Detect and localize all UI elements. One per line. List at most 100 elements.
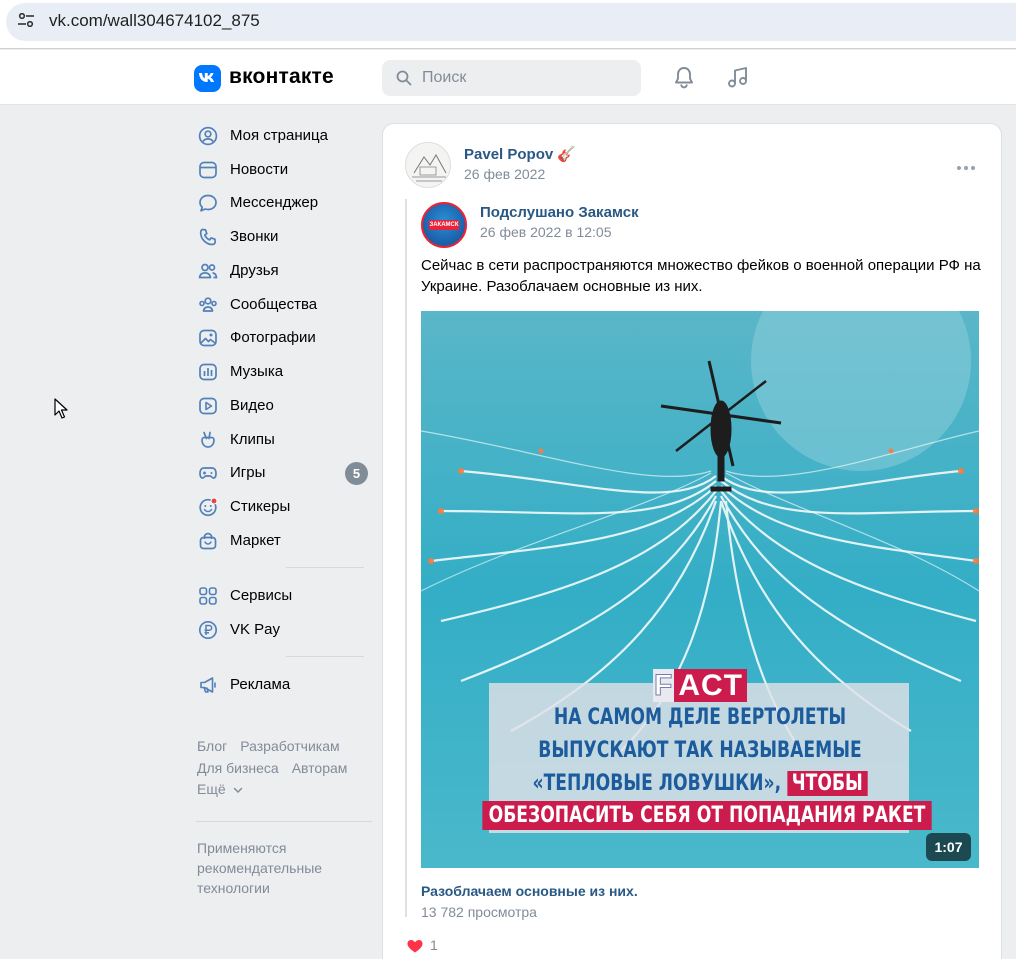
sidebar-item-communities[interactable]: Сообщества [194,289,372,319]
megaphone-icon [200,677,216,693]
message-icon [199,194,217,212]
sidebar-item-news[interactable]: Новости [194,154,372,184]
friends-icon [198,263,218,279]
services-icon [199,587,217,605]
post-author-label: Pavel Popov [464,146,554,163]
games-count-badge: 5 [345,462,368,485]
games-icon [199,467,217,479]
browser-address-bar: vk.com/wall304674102_875 [0,0,1016,49]
sidebar-item-calls[interactable]: Звонки [194,221,372,251]
sidebar-item-label: Видео [230,397,274,414]
footer-link-authors[interactable]: Авторам [292,760,348,776]
market-icon [199,532,217,550]
url-text[interactable]: vk.com/wall304674102_875 [49,11,260,31]
sidebar-item-label: Друзья [230,262,279,279]
sidebar-item-services[interactable]: Сервисы [194,580,372,610]
repost-indicator-line [405,199,407,917]
news-icon [199,161,217,179]
sidebar-item-video[interactable]: Видео [194,390,372,420]
photo-icon [199,329,217,347]
footer-link-business[interactable]: Для бизнеса [197,760,279,776]
sidebar-item-label: Моя страница [230,127,328,144]
sidebar-divider [196,821,372,822]
sidebar-item-photos[interactable]: Фотографии [194,322,372,352]
stickers-icon [199,497,218,517]
footer-link-developers[interactable]: Разработчикам [240,738,339,754]
sidebar-item-clips[interactable]: Клипы [194,424,372,454]
video-duration-badge: 1:07 [926,833,971,861]
search-input[interactable] [422,60,632,96]
video-title-link[interactable]: Разоблачаем основные из них. [421,883,638,899]
video-thumbnail[interactable]: F ACT НА САМОМ ДЕЛЕ ВЕРТОЛЕТЫ ВЫПУСКАЮТ Т… [421,311,979,868]
site-settings-icon[interactable] [18,13,34,27]
sidebar-item-my-page[interactable]: Моя страница [194,120,372,150]
repost-date[interactable]: 26 фев 2022 в 12:05 [480,224,612,240]
sidebar-item-games[interactable]: Игры 5 [194,457,372,487]
like-count: 1 [430,937,438,953]
caption-line-3: «ТЕПЛОВЫЕ ЛОВУШКИ», ЧТОБЫ [482,771,917,796]
mouse-cursor-icon [54,398,68,419]
repost-group-name[interactable]: Подслушано Закамск [480,204,639,221]
search-icon [396,70,412,86]
sidebar-divider [286,567,364,568]
sidebar-item-label: Клипы [230,431,275,448]
fact-f-letter: F [653,669,675,703]
music-icon [199,363,217,381]
author-avatar[interactable] [405,142,451,188]
group-avatar-label: ЗАКАМСК [429,220,459,230]
sidebar-item-label: Музыка [230,363,284,380]
vk-logo-icon[interactable] [194,65,221,92]
sidebar-divider [286,656,364,657]
video-icon [199,397,217,415]
sidebar-item-label: Сообщества [230,296,318,313]
sidebar-item-friends[interactable]: Друзья [194,255,372,285]
fact-act-letters: ACT [674,669,747,702]
sidebar-item-label: Реклама [230,676,291,693]
post-date[interactable]: 26 фев 2022 [464,166,545,182]
sidebar-item-label: Стикеры [230,498,291,515]
sidebar-item-messenger[interactable]: Мессенджер [194,187,372,217]
music-note-icon[interactable] [726,66,750,90]
caption-line-4: ОБЕЗОПАСИТЬ СЕБЯ ОТ ПОПАДАНИЯ РАКЕТ [482,801,932,830]
footer-more-label: Ещё [197,781,226,797]
heart-like-icon[interactable] [405,936,425,956]
sidebar-item-label: Мессенджер [230,194,319,211]
caption-line-4-text: ОБЕЗОПАСИТЬ СЕБЯ ОТ ПОПАДАНИЯ РАКЕТ [482,801,932,830]
sidebar-item-label: Звонки [230,228,279,245]
sidebar-item-label: Новости [230,161,289,178]
sidebar-item-stickers[interactable]: Стикеры [194,491,372,521]
sidebar-item-music[interactable]: Музыка [194,356,372,386]
guitar-emoji-icon: 🎸 [557,146,577,163]
sidebar-item-label: Маркет [230,532,281,549]
footer-links-row: Блог Разработчикам [197,738,353,754]
sidebar-item-vk-pay[interactable]: VK Pay [194,614,372,644]
post-text: Сейчас в сети распространяются множество… [421,257,981,295]
group-avatar[interactable]: ЗАКАМСК [421,202,467,248]
sidebar-item-market[interactable]: Маркет [194,525,372,555]
recommendation-technologies-note[interactable]: Применяются рекомендательные технологии [197,838,367,898]
fact-label: F ACT [653,669,747,703]
chevron-down-icon [233,787,242,793]
footer-link-blog[interactable]: Блог [197,738,227,754]
clips-icon [201,431,215,448]
user-circle-icon [198,126,218,146]
sidebar-item-label: Фотографии [230,329,316,346]
vk-logo-text[interactable]: вконтакте [229,65,334,89]
notifications-bell-icon[interactable] [673,66,695,90]
caption-line-3-text: «ТЕПЛОВЫЕ ЛОВУШКИ», [532,771,782,796]
phone-icon [199,228,217,246]
caption-line-2: ВЫПУСКАЮТ ТАК НАЗЫВАЕМЫЕ [538,738,862,763]
communities-icon [199,297,217,312]
caption-line-1: НА САМОМ ДЕЛЕ ВЕРТОЛЕТЫ [553,705,847,730]
post-author-name[interactable]: Pavel Popov 🎸 [464,145,576,163]
sidebar-item-ads[interactable]: Реклама [194,669,372,699]
video-views-count: 13 782 просмотра [421,904,537,920]
vkpay-icon [198,620,218,640]
sidebar-item-label: VK Pay [230,621,281,638]
sidebar-item-label: Сервисы [230,587,293,604]
search-box[interactable] [382,60,641,96]
footer-more-link[interactable]: Ещё [197,781,243,797]
more-options-icon[interactable] [957,157,979,170]
footer-links-row: Для бизнеса Авторам [197,760,360,776]
sidebar-item-label: Игры [230,464,266,481]
